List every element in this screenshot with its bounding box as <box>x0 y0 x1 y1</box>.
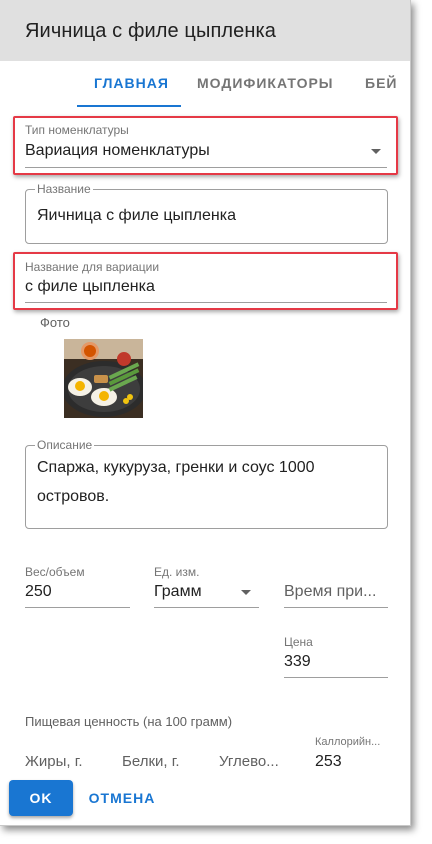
cook-time-underline <box>284 607 388 608</box>
name-field[interactable]: Название Яичница с филе цыпленка <box>25 182 388 244</box>
cook-time-placeholder[interactable]: Время при... <box>284 583 376 601</box>
description-label: Описание <box>35 438 95 452</box>
dish-photo[interactable] <box>64 339 143 418</box>
chevron-down-icon <box>371 149 381 154</box>
price-underline <box>284 677 388 678</box>
chevron-down-icon <box>241 590 251 595</box>
weight-underline <box>25 607 130 608</box>
tab-bar: ГЛАВНАЯ МОДИФИКАТОРЫ БЕЙ <box>0 61 410 109</box>
name-field-input[interactable]: Яичница с филе цыпленка <box>37 207 236 225</box>
nomenclature-type-label: Тип номенклатуры <box>25 123 129 137</box>
price-input[interactable]: 339 <box>284 653 311 671</box>
dish-photo-image <box>64 339 143 418</box>
tab-modifiers[interactable]: МОДИФИКАТОРЫ <box>197 75 334 91</box>
tab-third[interactable]: БЕЙ <box>365 75 397 91</box>
active-tab-indicator <box>77 105 181 107</box>
dialog-header: Яичница с филе цыпленка <box>0 0 410 61</box>
variation-name-underline <box>25 302 387 303</box>
calories-input[interactable]: 253 <box>315 753 342 771</box>
unit-label: Ед. изм. <box>154 565 200 579</box>
dialog-title: Яичница с филе цыпленка <box>25 20 277 42</box>
description-field[interactable]: Описание Спаржа, кукуруза, гренки и соус… <box>25 438 388 529</box>
price-label: Цена <box>284 635 313 649</box>
nomenclature-type-underline <box>25 167 387 168</box>
edit-item-dialog: Яичница с филе цыпленка ГЛАВНАЯ МОДИФИКА… <box>0 0 411 826</box>
variation-name-input[interactable]: с филе цыпленка <box>25 278 155 296</box>
nomenclature-type-value: Вариация номенклатуры <box>25 142 210 159</box>
tab-main[interactable]: ГЛАВНАЯ <box>94 75 169 91</box>
unit-underline <box>154 607 259 608</box>
photo-label: Фото <box>40 315 70 330</box>
description-line-2[interactable]: островов. <box>37 488 109 506</box>
name-field-label: Название <box>35 182 93 196</box>
fats-field[interactable]: Жиры, г. <box>25 753 83 770</box>
variation-name-label: Название для вариации <box>25 260 160 274</box>
calories-label: Каллорийн... <box>315 736 381 748</box>
ok-button[interactable]: OK <box>9 780 73 816</box>
nutrition-section-label: Пищевая ценность (на 100 грамм) <box>25 714 233 729</box>
cancel-button[interactable]: ОТМЕНА <box>82 780 162 816</box>
weight-input[interactable]: 250 <box>25 583 52 601</box>
unit-value: Грамм <box>154 583 202 600</box>
description-line-1[interactable]: Спаржа, кукуруза, гренки и соус 1000 <box>37 459 315 477</box>
weight-label: Вес/объем <box>25 565 85 579</box>
proteins-field[interactable]: Белки, г. <box>122 753 180 770</box>
carbs-field[interactable]: Углево... <box>219 753 279 770</box>
